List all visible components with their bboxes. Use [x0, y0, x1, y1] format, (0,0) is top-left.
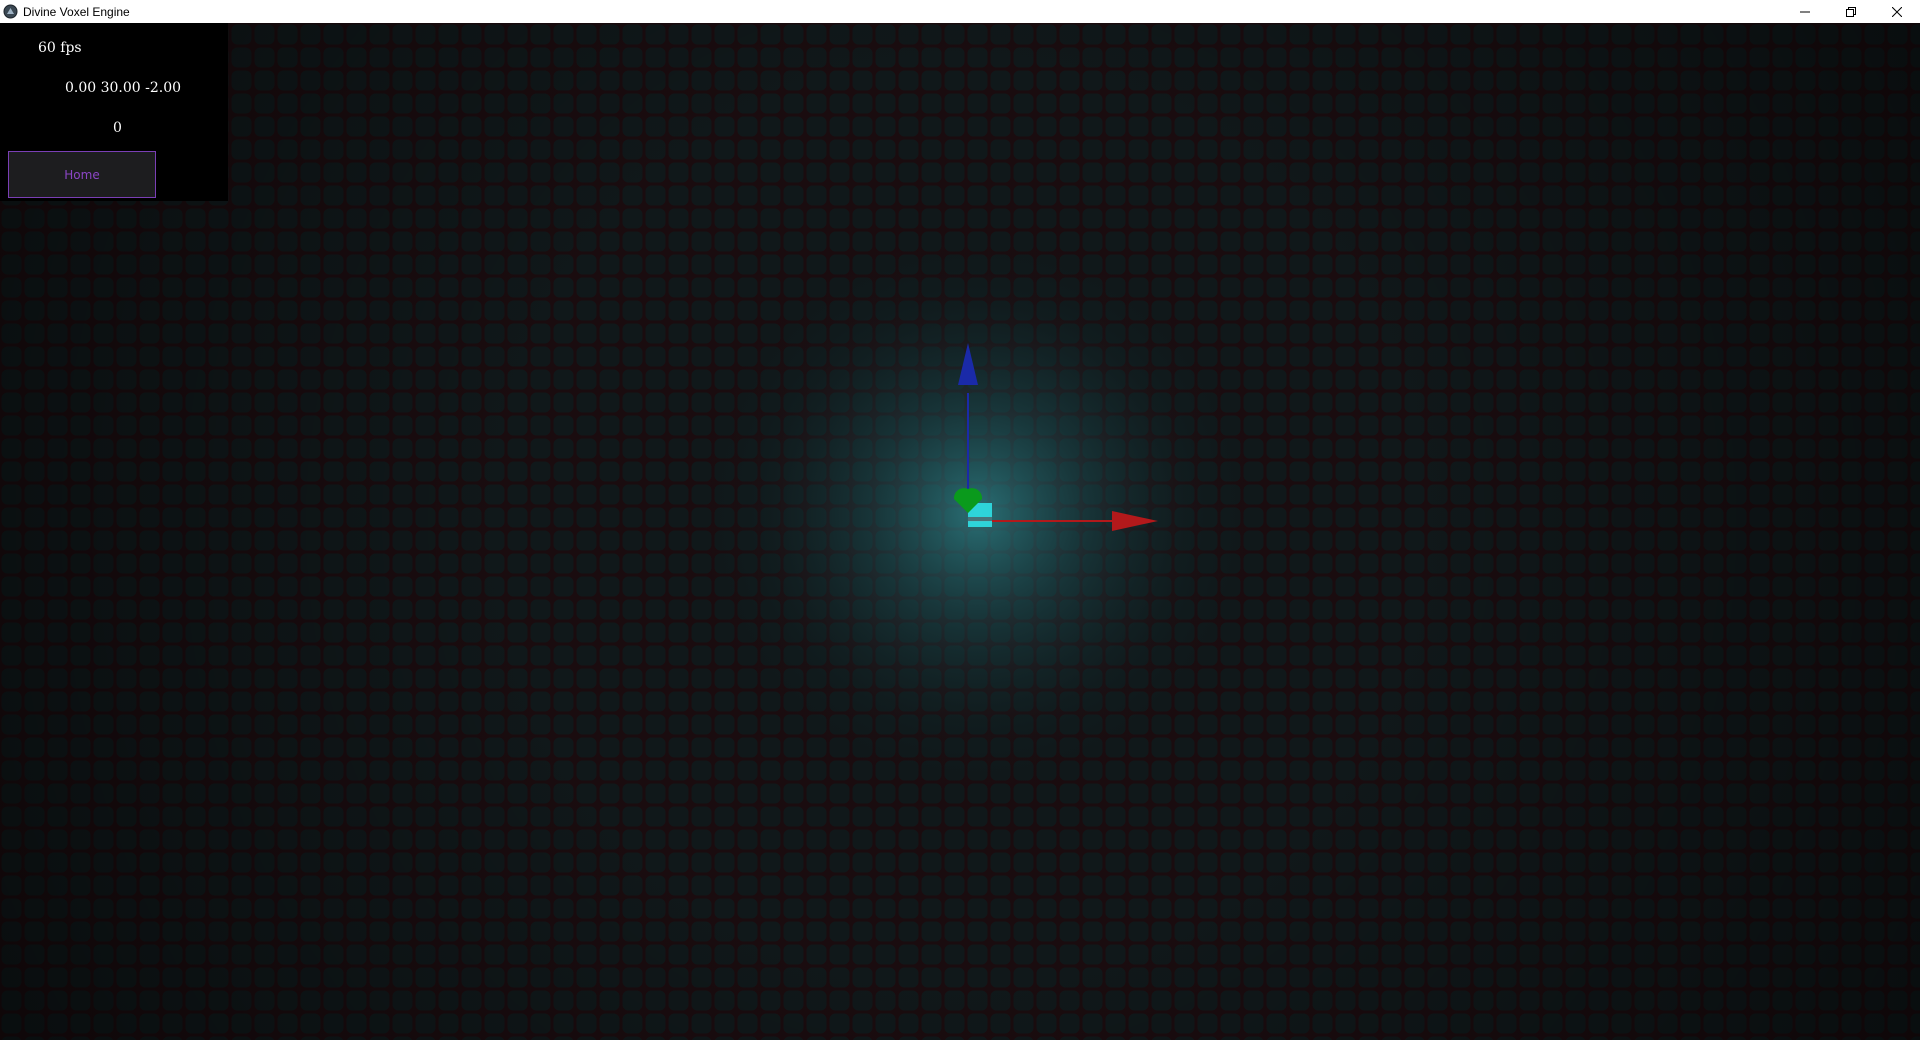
- minimize-button[interactable]: [1782, 0, 1828, 23]
- minimize-icon: [1800, 11, 1810, 12]
- restore-button[interactable]: [1828, 0, 1874, 23]
- counter-value: 0: [113, 120, 122, 136]
- selected-voxel-shade: [968, 517, 992, 521]
- fps-counter: 60 fps: [38, 40, 82, 56]
- vignette: [0, 23, 1920, 1040]
- voxel-scene[interactable]: [0, 23, 1920, 1040]
- title-bar: Divine Voxel Engine: [0, 0, 1920, 23]
- hud-panel: 60 fps 0.00 30.00 -2.00 0 Home: [0, 23, 228, 201]
- close-button[interactable]: [1874, 0, 1920, 23]
- restore-icon: [1846, 6, 1856, 17]
- window-title: Divine Voxel Engine: [23, 4, 130, 19]
- game-viewport[interactable]: [0, 23, 1920, 1040]
- position-readout: 0.00 30.00 -2.00: [65, 80, 182, 96]
- app-logo-icon: [3, 4, 18, 19]
- close-icon: [1892, 6, 1902, 17]
- home-button[interactable]: Home: [8, 151, 156, 198]
